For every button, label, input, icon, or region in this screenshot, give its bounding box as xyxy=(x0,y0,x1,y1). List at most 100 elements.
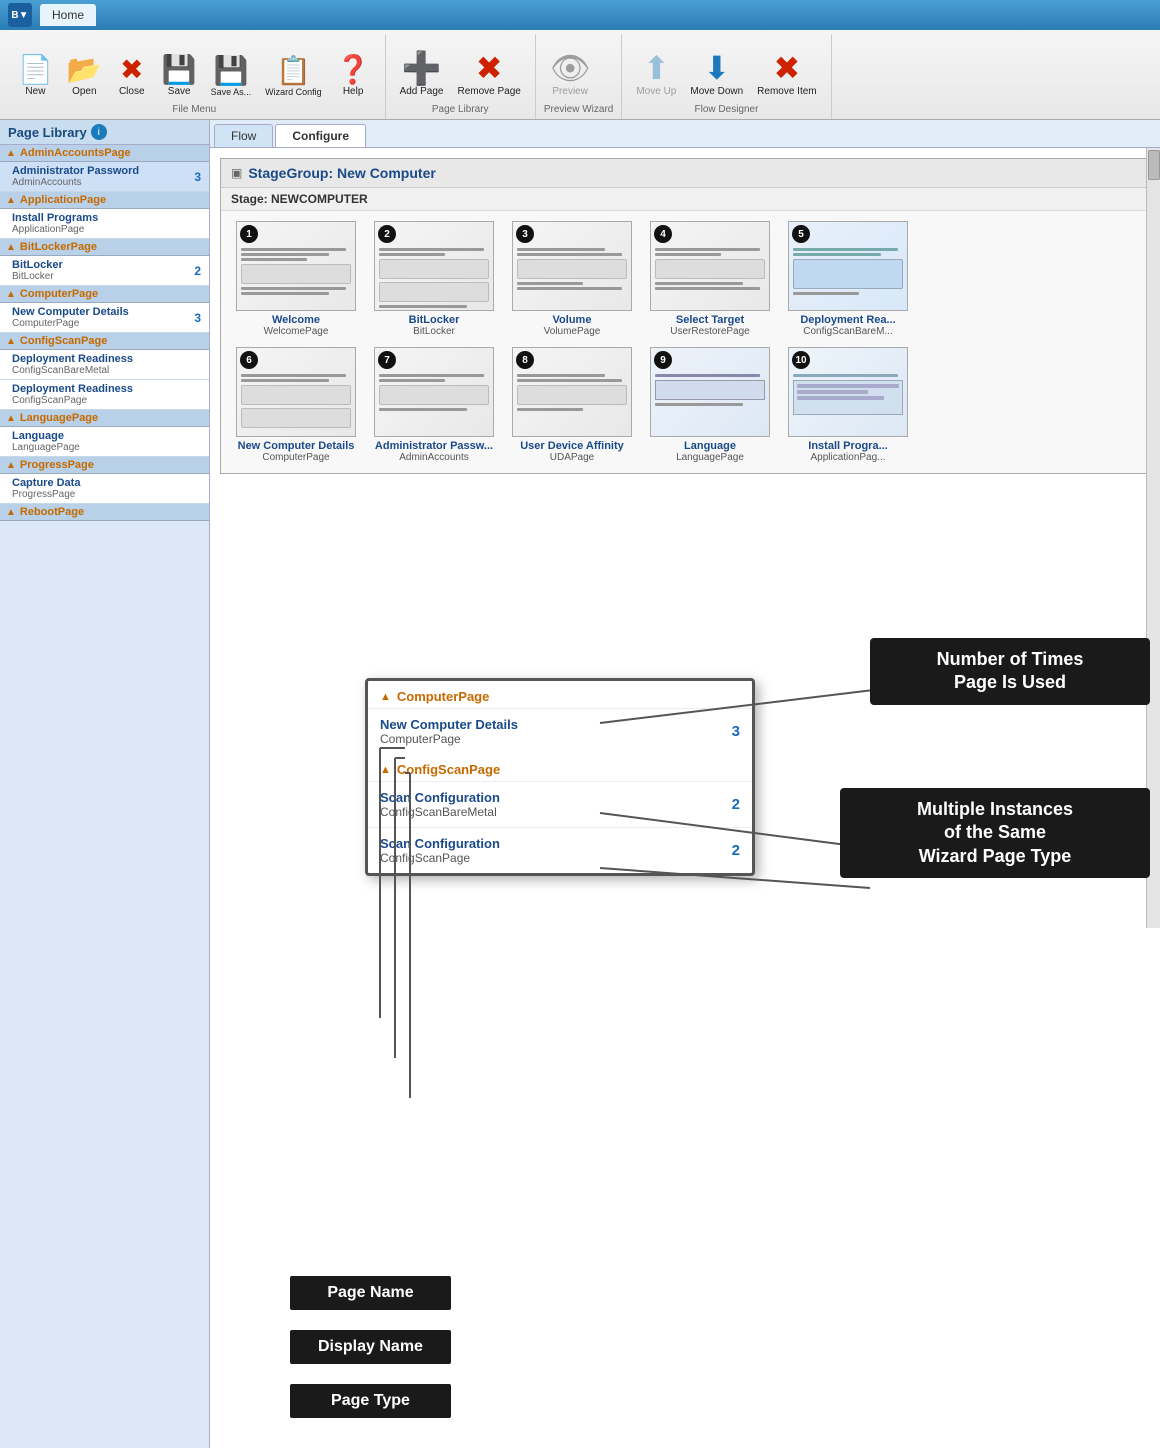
page-thumb-8[interactable]: 8 User Device Affinity UDAPage xyxy=(507,347,637,463)
flow-area: ▣ StageGroup: New Computer Stage: NEWCOM… xyxy=(210,148,1160,1448)
page-name-2: BitLocker xyxy=(409,314,460,326)
admin-type-name: AdminAccounts xyxy=(12,177,183,188)
page-thumb-5[interactable]: 5 Deployment Rea... ConfigScanBareM... xyxy=(783,221,913,337)
sidebar: Page Library i ▲ AdminAccountsPage Admin… xyxy=(0,120,210,1448)
sidebar-info-button[interactable]: i xyxy=(91,124,107,140)
page-thumb-3[interactable]: 3 Volume VolumePage xyxy=(507,221,637,337)
save-button[interactable]: 💾 Save xyxy=(156,34,203,102)
sidebar-item-administrator-password[interactable]: Administrator Password AdminAccounts 3 xyxy=(0,162,209,192)
popup-item-scan-config-2[interactable]: Scan Configuration ConfigScanPage 2 xyxy=(368,827,752,873)
page-type-4: UserRestorePage xyxy=(670,326,749,337)
move-up-icon: ⬆ xyxy=(643,52,670,84)
right-panel: Flow Configure ▣ StageGroup: New Compute… xyxy=(210,120,1160,1448)
page-type-9: LanguagePage xyxy=(676,452,744,463)
preview-wizard-label: Preview Wizard xyxy=(544,102,613,115)
page-thumb-7[interactable]: 7 Administrator Passw... AdminAccounts xyxy=(369,347,499,463)
popup-count-computer: 3 xyxy=(732,723,740,740)
page-type-3: VolumePage xyxy=(544,326,601,337)
page-thumb-img-9: 9 xyxy=(650,347,770,437)
sidebar-item-language[interactable]: Language LanguagePage xyxy=(0,427,209,457)
popup-item-new-computer[interactable]: New Computer Details ComputerPage 3 xyxy=(368,708,752,754)
page-thumb-9[interactable]: 9 Language LanguagePage xyxy=(645,347,775,463)
sidebar-group-languagepage[interactable]: ▲ LanguagePage xyxy=(0,410,209,427)
ribbon-group-page-library: ➕ Add Page ✖ Remove Page Page Library xyxy=(386,34,536,119)
remove-item-button[interactable]: ✖ Remove Item xyxy=(751,34,822,102)
sidebar-header: Page Library i xyxy=(0,120,209,145)
page-thumb-img-6: 6 xyxy=(236,347,356,437)
remove-item-icon: ✖ xyxy=(774,52,801,84)
sidebar-item-deployment-readiness-1[interactable]: Deployment Readiness ConfigScanBareMetal xyxy=(0,350,209,380)
new-button[interactable]: 📄 New xyxy=(12,34,59,102)
help-button[interactable]: ❓ Help xyxy=(330,34,377,102)
page-thumb-img-3: 3 xyxy=(512,221,632,311)
save-as-icon: 💾 xyxy=(213,57,248,85)
home-tab[interactable]: Home xyxy=(40,4,96,26)
close-icon: ✖ xyxy=(120,56,143,84)
open-button[interactable]: 📂 Open xyxy=(61,34,108,102)
page-thumb-img-2: 2 xyxy=(374,221,494,311)
file-menu-label: File Menu xyxy=(12,102,377,115)
sidebar-title: Page Library xyxy=(8,125,87,140)
sidebar-group-configscanpage[interactable]: ▲ ConfigScanPage xyxy=(0,333,209,350)
page-name-6: New Computer Details xyxy=(238,440,355,452)
page-type-8: UDAPage xyxy=(550,452,594,463)
flow-designer-label: Flow Designer xyxy=(630,102,822,115)
group-label-computer: ComputerPage xyxy=(20,288,98,300)
app-logo: B▼ xyxy=(8,3,32,27)
annotation-page-name: Page Name xyxy=(290,1276,451,1310)
sidebar-group-bitlockerpage[interactable]: ▲ BitLockerPage xyxy=(0,239,209,256)
add-page-button[interactable]: ➕ Add Page xyxy=(394,34,450,102)
sidebar-item-install-programs[interactable]: Install Programs ApplicationPage xyxy=(0,209,209,239)
wizard-config-icon: 📋 xyxy=(276,57,311,85)
annotation-labels-container: Page Name Display Name Page Type xyxy=(290,1276,451,1418)
sidebar-group-adminaccountspage[interactable]: ▲ AdminAccountsPage xyxy=(0,145,209,162)
page-thumb-1[interactable]: 1 Welcome WelcomePage xyxy=(231,221,361,337)
wizard-config-button[interactable]: 📋 Wizard Config xyxy=(259,34,328,102)
save-icon: 💾 xyxy=(162,56,197,84)
popup-group-computer: ▲ ComputerPage xyxy=(368,681,752,708)
callout-times-used: Number of TimesPage Is Used xyxy=(870,638,1150,705)
page-thumb-6[interactable]: 6 New Computer Details ComputerPage xyxy=(231,347,361,463)
page-name-3: Volume xyxy=(553,314,592,326)
page-thumb-2[interactable]: 2 BitLocker BitLocker xyxy=(369,221,499,337)
tab-flow[interactable]: Flow xyxy=(214,124,273,147)
preview-button[interactable]: 👁 Preview xyxy=(544,34,597,102)
sidebar-item-deployment-readiness-2[interactable]: Deployment Readiness ConfigScanPage xyxy=(0,380,209,410)
remove-page-button[interactable]: ✖ Remove Page xyxy=(452,34,527,102)
page-library-label: Page Library xyxy=(394,102,527,115)
sidebar-group-applicationpage[interactable]: ▲ ApplicationPage xyxy=(0,192,209,209)
page-type-5: ConfigScanBareM... xyxy=(803,326,893,337)
page-thumb-img-7: 7 xyxy=(374,347,494,437)
move-down-button[interactable]: ⬇ Move Down xyxy=(684,34,749,102)
sidebar-group-computerpage[interactable]: ▲ ComputerPage xyxy=(0,286,209,303)
page-thumb-10[interactable]: 10 Install Progra... Appl xyxy=(783,347,913,463)
page-thumb-4[interactable]: 4 Select Target UserRestorePage xyxy=(645,221,775,337)
sidebar-group-progresspage[interactable]: ▲ ProgressPage xyxy=(0,457,209,474)
preview-buttons: 👁 Preview xyxy=(544,34,613,102)
move-up-button[interactable]: ⬆ Move Up xyxy=(630,34,682,102)
group-label-bitlocker: BitLockerPage xyxy=(20,241,97,253)
close-button[interactable]: ✖ Close xyxy=(110,34,154,102)
sidebar-item-bitlocker[interactable]: BitLocker BitLocker 2 xyxy=(0,256,209,286)
save-as-button[interactable]: 💾 Save As... xyxy=(205,34,258,102)
page-name-10: Install Progra... xyxy=(808,440,887,452)
group-label-admin: AdminAccountsPage xyxy=(20,147,131,159)
page-type-6: ComputerPage xyxy=(262,452,329,463)
sidebar-item-capture-data[interactable]: Capture Data ProgressPage xyxy=(0,474,209,504)
popup-item-scan-config-1[interactable]: Scan Configuration ConfigScanBareMetal 2 xyxy=(368,781,752,827)
group-arrow-admin: ▲ xyxy=(6,148,16,159)
scrollbar-thumb xyxy=(1148,150,1160,180)
move-down-icon: ⬇ xyxy=(703,52,730,84)
group-label-application: ApplicationPage xyxy=(20,194,106,206)
collapse-icon: ▣ xyxy=(231,166,242,180)
sidebar-item-new-computer-details[interactable]: New Computer Details ComputerPage 3 xyxy=(0,303,209,333)
page-thumb-img-1: 1 xyxy=(236,221,356,311)
stage-group-header[interactable]: ▣ StageGroup: New Computer xyxy=(221,159,1149,188)
page-name-8: User Device Affinity xyxy=(520,440,624,452)
tab-configure[interactable]: Configure xyxy=(275,124,366,147)
pages-grid-row2: 6 New Computer Details ComputerPage 7 xyxy=(221,347,1149,473)
sidebar-group-rebootpage[interactable]: ▲ RebootPage xyxy=(0,504,209,521)
page-name-9: Language xyxy=(684,440,736,452)
page-type-2: BitLocker xyxy=(413,326,455,337)
title-bar: B▼ Home xyxy=(0,0,1160,30)
